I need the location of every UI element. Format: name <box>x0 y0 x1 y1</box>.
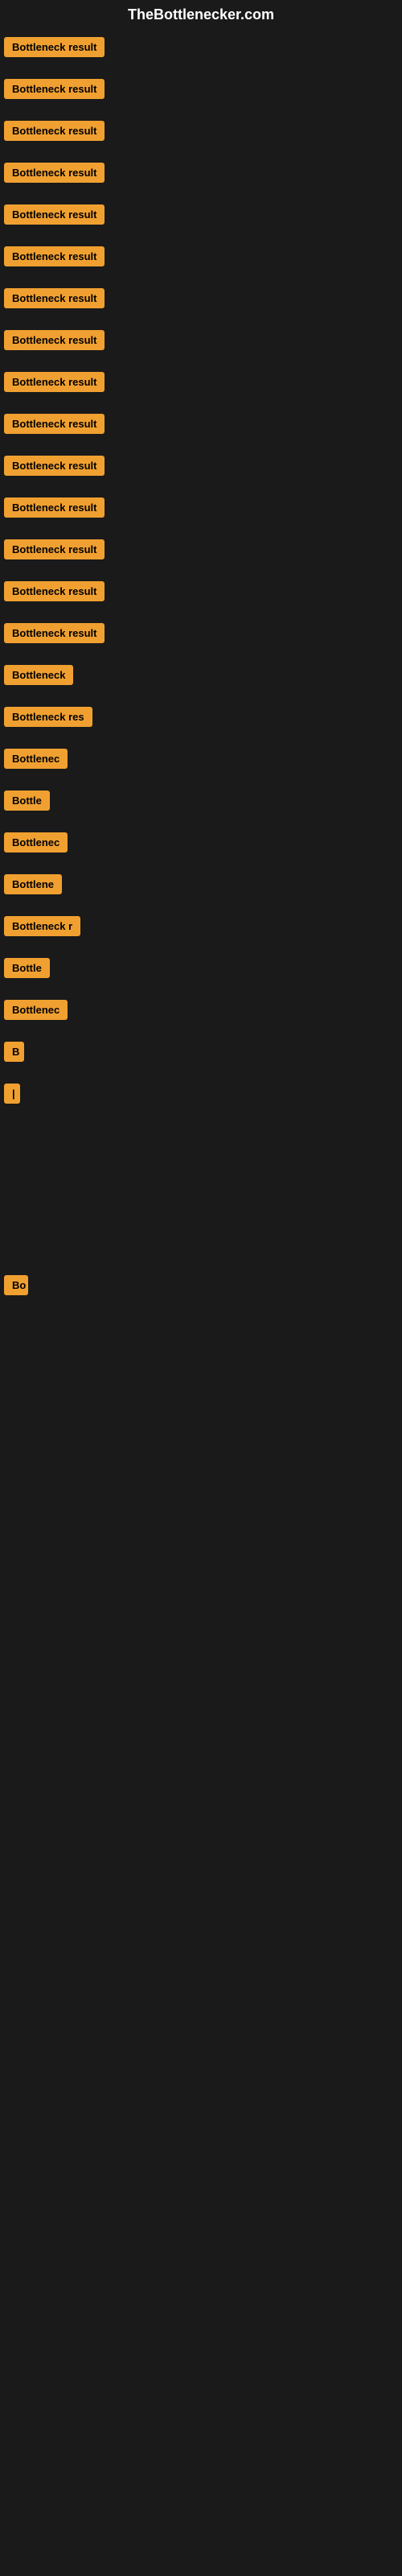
list-item: Bottleneck result <box>4 497 402 522</box>
bottleneck-badge[interactable]: Bottleneck result <box>4 539 105 559</box>
bottleneck-badge[interactable]: | <box>4 1084 20 1104</box>
bottleneck-badge[interactable]: Bottleneck result <box>4 37 105 57</box>
bottleneck-badge[interactable]: Bottleneck result <box>4 204 105 225</box>
list-item: Bottleneck result <box>4 414 402 438</box>
bottleneck-badge[interactable]: Bottleneck result <box>4 79 105 99</box>
bottleneck-badge[interactable]: Bottleneck result <box>4 246 105 266</box>
list-item: Bottleneck result <box>4 539 402 564</box>
bottleneck-badge[interactable]: Bottle <box>4 958 50 978</box>
list-item: Bottlenec <box>4 749 402 773</box>
bottleneck-badge[interactable]: Bottleneck result <box>4 581 105 601</box>
list-item: Bottleneck result <box>4 121 402 145</box>
list-item: Bottleneck r <box>4 916 402 940</box>
list-item: Bottle <box>4 791 402 815</box>
bottleneck-badge[interactable]: Bottleneck result <box>4 497 105 518</box>
list-item: Bottlenec <box>4 832 402 857</box>
bottleneck-badge[interactable]: Bottleneck res <box>4 707 92 727</box>
list-item: Bottlenec <box>4 1000 402 1024</box>
list-item: B <box>4 1042 402 1066</box>
bottleneck-badge[interactable]: Bottlenec <box>4 749 68 769</box>
bottleneck-badge[interactable]: Bottleneck result <box>4 372 105 392</box>
site-title: TheBottlenecker.com <box>0 0 402 33</box>
list-item <box>4 1125 402 1158</box>
bottleneck-badge[interactable]: Bottlene <box>4 874 62 894</box>
list-item: Bottleneck result <box>4 37 402 61</box>
list-item: Bottleneck result <box>4 288 402 312</box>
bottleneck-badge[interactable]: Bottleneck r <box>4 916 80 936</box>
bottleneck-badge[interactable]: Bottle <box>4 791 50 811</box>
bottleneck-badge[interactable]: Bottleneck result <box>4 163 105 183</box>
bottleneck-badge[interactable]: Bottleneck result <box>4 121 105 141</box>
list-item: Bottleneck result <box>4 163 402 187</box>
list-item <box>4 1175 402 1208</box>
list-item: Bottleneck result <box>4 204 402 229</box>
list-item: Bottleneck <box>4 665 402 689</box>
list-item: Bottleneck result <box>4 456 402 480</box>
bottleneck-badge[interactable]: Bottleneck result <box>4 414 105 434</box>
list-item: Bottleneck result <box>4 623 402 647</box>
list-item: Bottleneck result <box>4 246 402 270</box>
bottleneck-badge[interactable]: Bottlenec <box>4 1000 68 1020</box>
list-item: Bottleneck result <box>4 581 402 605</box>
bottleneck-badge[interactable]: B <box>4 1042 24 1062</box>
list-item: Bottleneck result <box>4 372 402 396</box>
list-item: | <box>4 1084 402 1108</box>
list-item: Bottleneck result <box>4 79 402 103</box>
list-item: Bo <box>4 1275 402 1299</box>
bottleneck-badge[interactable]: Bottleneck result <box>4 456 105 476</box>
list-item <box>4 1225 402 1257</box>
bottleneck-badge[interactable]: Bottleneck result <box>4 288 105 308</box>
list-item: Bottleneck result <box>4 330 402 354</box>
list-item: Bottle <box>4 958 402 982</box>
bottleneck-badge[interactable]: Bottleneck result <box>4 330 105 350</box>
items-container: Bottleneck result Bottleneck result Bottle… <box>0 33 402 1639</box>
list-item: Bottlene <box>4 874 402 898</box>
bottleneck-badge[interactable]: Bottleneck <box>4 665 73 685</box>
bottleneck-badge[interactable]: Bottlenec <box>4 832 68 852</box>
bottleneck-badge[interactable]: Bo <box>4 1275 28 1295</box>
list-item: Bottleneck res <box>4 707 402 731</box>
bottleneck-badge[interactable]: Bottleneck result <box>4 623 105 643</box>
